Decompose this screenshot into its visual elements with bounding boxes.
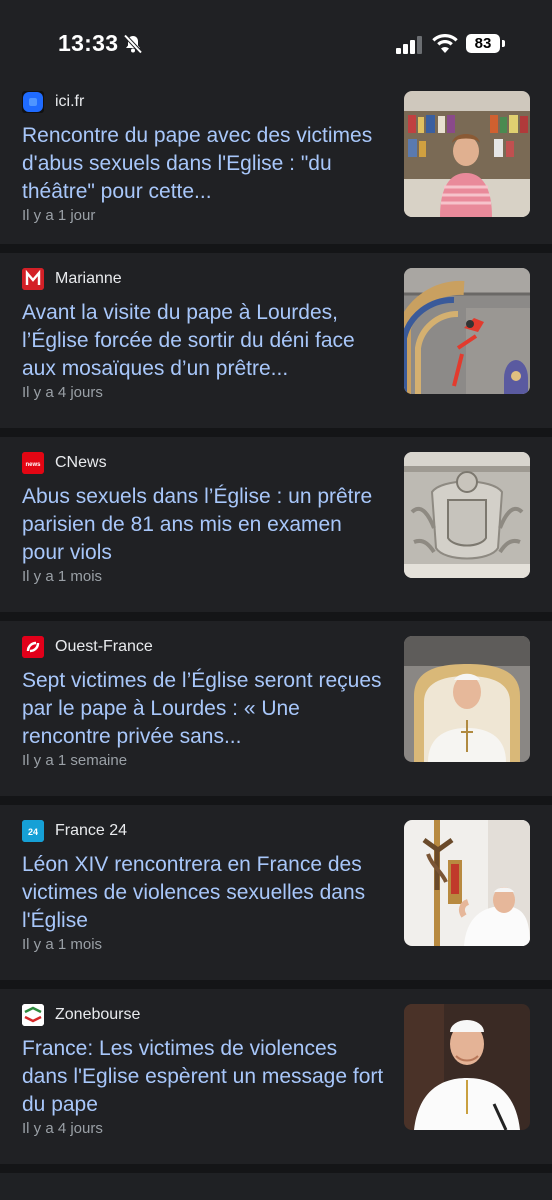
article-card[interactable]: ici.fr Rencontre du pape avec des victim…	[0, 76, 552, 253]
article-card[interactable]: Ouest-France Sept victimes de l’Église s…	[0, 621, 552, 805]
svg-text:news: news	[25, 462, 41, 468]
article-card[interactable]: news CNews Abus sexuels dans l’Église : …	[0, 437, 552, 621]
article-headline[interactable]: Rencontre du pape avec des victimes d'ab…	[22, 122, 387, 206]
source-name: CNews	[55, 454, 107, 471]
source-name: Zonebourse	[55, 1006, 141, 1023]
article-thumbnail[interactable]	[404, 636, 530, 762]
article-time: Il y a 1 semaine	[22, 752, 128, 769]
status-bar: 13:33 83	[0, 0, 552, 76]
cellular-signal-icon	[396, 36, 424, 59]
france24-logo-icon: 24	[22, 820, 44, 842]
news-feed: ici.fr Rencontre du pape avec des victim…	[0, 76, 552, 1173]
wifi-icon	[432, 34, 458, 59]
article-time: Il y a 4 jours	[22, 384, 103, 401]
ici-logo-icon	[22, 91, 44, 113]
bell-muted-icon	[122, 33, 144, 60]
ouest-france-logo-icon	[22, 636, 44, 658]
battery-nub	[502, 40, 505, 47]
svg-text:24: 24	[28, 827, 38, 837]
article-time: Il y a 1 jour	[22, 207, 96, 224]
source-name: Marianne	[55, 270, 122, 287]
marianne-logo-icon	[22, 268, 44, 290]
article-card[interactable]: Marianne Avant la visite du pape à Lourd…	[0, 253, 552, 437]
article-headline[interactable]: Léon XIV rencontrera en France des victi…	[22, 851, 387, 935]
article-headline[interactable]: Abus sexuels dans l’Église : un prêtre p…	[22, 483, 387, 567]
cnews-logo-icon: news	[22, 452, 44, 474]
source-row: Marianne	[22, 267, 122, 291]
source-row: news CNews	[22, 451, 107, 475]
article-thumbnail[interactable]	[404, 1004, 530, 1130]
article-thumbnail[interactable]	[404, 268, 530, 394]
source-row: 24 France 24	[22, 819, 127, 843]
status-time: 13:33	[58, 30, 119, 56]
article-headline[interactable]: Avant la visite du pape à Lourdes, l’Égl…	[22, 299, 387, 383]
source-row: Ouest-France	[22, 635, 153, 659]
source-name: France 24	[55, 822, 128, 839]
source-row: Zonebourse	[22, 1003, 140, 1027]
article-card[interactable]: Zonebourse France: Les victimes de viole…	[0, 989, 552, 1173]
article-time: Il y a 4 jours	[22, 1120, 103, 1137]
source-name: Ouest-France	[55, 638, 153, 655]
article-time: Il y a 1 mois	[22, 568, 103, 585]
article-thumbnail[interactable]	[404, 452, 530, 578]
article-thumbnail[interactable]	[404, 91, 530, 217]
source-name: ici.fr	[55, 93, 85, 110]
article-time: Il y a 1 mois	[22, 936, 103, 953]
article-thumbnail[interactable]	[404, 820, 530, 946]
zonebourse-logo-icon	[22, 1004, 44, 1026]
source-row: ici.fr	[22, 90, 84, 114]
article-card[interactable]: 24 France 24 Léon XIV rencontrera en Fra…	[0, 805, 552, 989]
article-headline[interactable]: Sept victimes de l’Église seront reçues …	[22, 667, 387, 751]
battery-indicator: 83	[466, 34, 500, 53]
article-headline[interactable]: France: Les victimes de violences dans l…	[22, 1035, 387, 1119]
